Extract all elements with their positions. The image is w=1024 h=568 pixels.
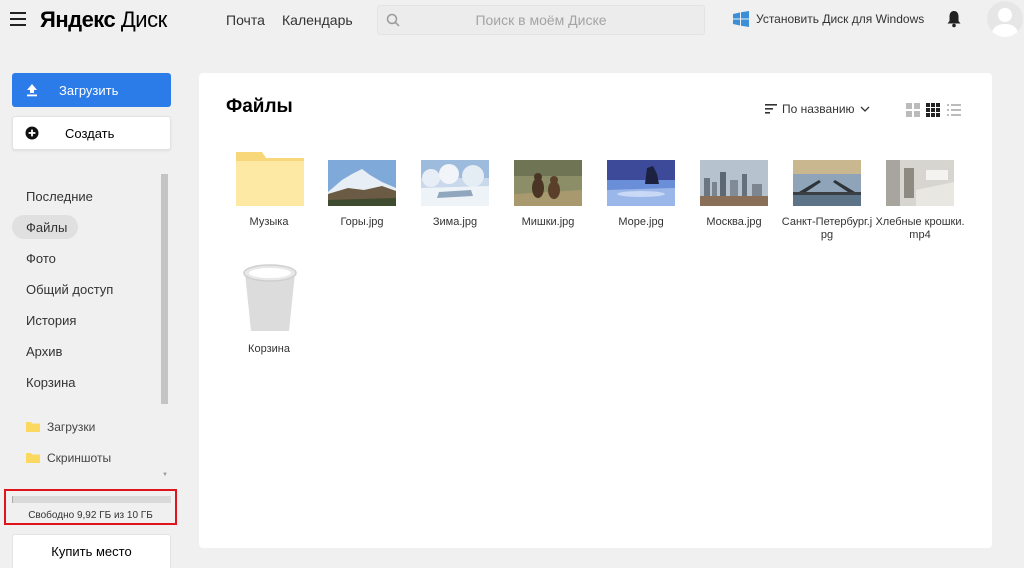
logo[interactable]: Яндекс Диск	[40, 7, 167, 33]
file-item-moscow[interactable]: Москва.jpg	[688, 153, 780, 243]
city-photo-thumbnail	[700, 160, 768, 206]
video-thumbnail	[886, 160, 954, 206]
page-title: Файлы	[226, 96, 293, 117]
storage-indicator: Свободно 9,92 ГБ из 10 ГБ	[4, 489, 177, 525]
sidebar-item-files[interactable]: Файлы	[12, 215, 78, 239]
file-item-mountains[interactable]: Горы.jpg	[316, 153, 408, 243]
install-windows-link[interactable]: Установить Диск для Windows	[732, 11, 924, 27]
folder-icon	[26, 453, 40, 463]
list-view-icon[interactable]	[947, 103, 961, 117]
bridge-photo-thumbnail	[793, 160, 861, 206]
file-name: Санкт-Петербург.jpg	[781, 216, 873, 241]
small-tiles-view-icon[interactable]	[926, 103, 940, 117]
file-name: Музыка	[249, 216, 289, 228]
mountain-photo-thumbnail	[328, 160, 396, 206]
sidebar-folder-downloads[interactable]: Загрузки	[12, 411, 158, 442]
buy-space-button[interactable]: Купить место	[12, 534, 171, 568]
trash-bin-icon	[243, 264, 297, 331]
file-name: Москва.jpg	[706, 216, 762, 228]
sidebar-item-shared[interactable]: Общий доступ	[12, 274, 158, 305]
sort-dropdown[interactable]: По названию	[765, 102, 870, 116]
upload-icon	[27, 84, 37, 97]
storage-progress-fill	[12, 496, 14, 503]
sidebar-folder-label: Скриншоты	[47, 450, 112, 465]
install-windows-label: Установить Диск для Windows	[756, 12, 925, 26]
file-item-breadcrumbs-video[interactable]: Хлебные крошки.mp4	[874, 153, 966, 243]
sea-photo-thumbnail	[607, 160, 675, 206]
nav-calendar-link[interactable]: Календарь	[282, 12, 353, 28]
storage-text: Свободно 9,92 ГБ из 10 ГБ	[28, 510, 153, 521]
file-name: Зима.jpg	[432, 216, 478, 228]
file-name: Мишки.jpg	[521, 216, 575, 228]
sidebar-item-trash[interactable]: Корзина	[12, 367, 158, 398]
file-item-bears[interactable]: Мишки.jpg	[502, 153, 594, 243]
sort-lines-icon	[765, 104, 777, 114]
sidebar-item-recent[interactable]: Последние	[12, 181, 158, 212]
sidebar-folder-screenshots[interactable]: Скриншоты	[12, 442, 158, 473]
file-name: Горы.jpg	[340, 216, 384, 228]
create-label: Создать	[65, 125, 115, 141]
winter-photo-thumbnail	[421, 160, 489, 206]
header: Яндекс Диск Почта Календарь Установить Д…	[0, 0, 1024, 40]
scroll-down-arrow-icon[interactable]: ▼	[162, 472, 168, 478]
bears-photo-thumbnail	[514, 160, 582, 206]
sidebar-item-archive[interactable]: Архив	[12, 336, 158, 367]
file-item-saint-petersburg[interactable]: Санкт-Петербург.jpg	[781, 153, 873, 243]
create-button[interactable]: Создать	[12, 116, 171, 150]
upload-label: Загрузить	[59, 82, 119, 98]
sidebar-nav: Последние Файлы Фото Общий доступ Истори…	[12, 181, 158, 398]
avatar[interactable]	[987, 1, 1023, 37]
sidebar-item-photo[interactable]: Фото	[12, 243, 158, 274]
sidebar-scrollbar[interactable]: ▼	[159, 172, 170, 478]
sort-label: По названию	[782, 102, 855, 116]
scrollbar-thumb[interactable]	[161, 174, 168, 404]
plus-circle-icon	[25, 126, 39, 140]
windows-icon	[733, 11, 749, 27]
folder-icon	[26, 422, 40, 432]
bell-icon[interactable]	[946, 10, 962, 28]
buy-space-label: Купить место	[51, 544, 132, 559]
file-name: Корзина	[248, 343, 290, 355]
file-item-sea[interactable]: Море.jpg	[595, 153, 687, 243]
menu-icon[interactable]	[10, 12, 26, 26]
main-panel: Файлы По названию Музыка Горы.jpg Зима.j…	[199, 73, 992, 548]
logo-product: Диск	[120, 7, 167, 32]
logo-brand: Яндекс	[40, 7, 116, 32]
large-tiles-view-icon[interactable]	[906, 103, 920, 117]
sidebar-folder-label: Загрузки	[47, 419, 96, 434]
storage-progress-bar	[12, 496, 171, 503]
sidebar-item-history[interactable]: История	[12, 305, 158, 336]
search-input[interactable]	[378, 6, 704, 34]
file-name: Море.jpg	[618, 216, 664, 228]
sidebar-folders: Загрузки Скриншоты	[12, 411, 158, 473]
file-item-winter[interactable]: Зима.jpg	[409, 153, 501, 243]
search-box[interactable]	[377, 5, 705, 35]
nav-mail-link[interactable]: Почта	[226, 12, 265, 28]
folder-icon	[236, 152, 304, 206]
upload-button[interactable]: Загрузить	[12, 73, 171, 107]
user-avatar-icon	[991, 8, 1019, 37]
file-item-music-folder[interactable]: Музыка	[223, 152, 315, 243]
chevron-down-icon	[860, 106, 870, 112]
file-name: Хлебные крошки.mp4	[875, 216, 965, 241]
file-item-trash[interactable]: Корзина	[223, 263, 315, 363]
